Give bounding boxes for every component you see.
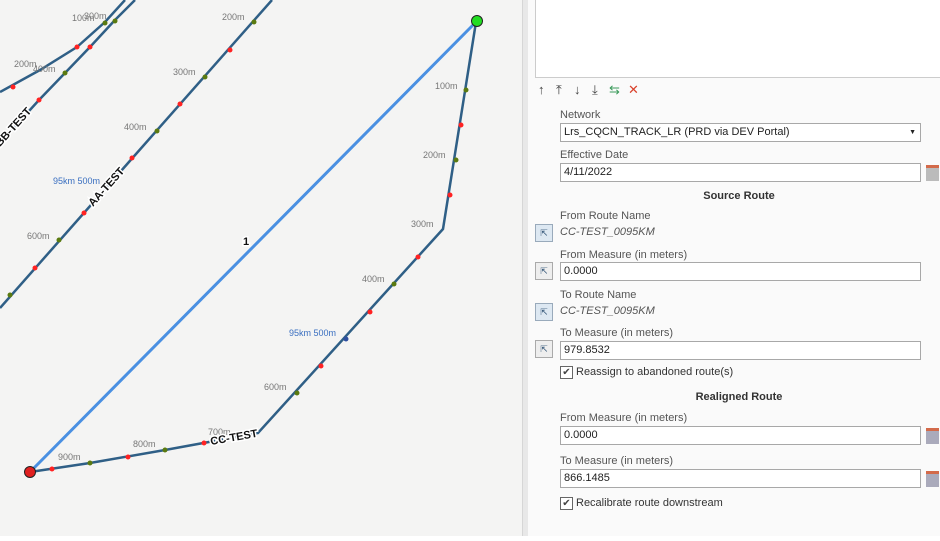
from-measure-label: From Measure (in meters) — [560, 249, 688, 261]
network-label: Network — [560, 109, 601, 121]
route-label-bb-test: BB-TEST — [0, 105, 34, 149]
measure-labels: 100m 300m 200m 400m 200m 300m 400m 600m … — [14, 11, 458, 462]
move-bottom-icon[interactable]: ⤓ — [592, 82, 598, 98]
measure-label: 300m — [173, 67, 196, 77]
measure-picker-icon[interactable]: ⇱ — [535, 262, 553, 280]
move-top-icon[interactable]: ⤒ — [556, 82, 562, 98]
measure-label: 200m — [222, 12, 245, 22]
measure-label: 600m — [264, 382, 287, 392]
km-label: 95km 500m — [289, 328, 336, 338]
effective-date-input[interactable]: 4/11/2022 — [560, 163, 921, 182]
end-point[interactable] — [471, 15, 483, 27]
measure-label: 300m — [411, 219, 434, 229]
realigned-route-title: Realigned Route — [695, 391, 783, 403]
km-label: 95km 500m — [53, 176, 100, 186]
measure-label: 600m — [27, 231, 50, 241]
network-dropdown[interactable]: Lrs_CQCN_TRACK_LR (PRD via DEV Portal) ▼ — [560, 123, 921, 142]
start-point[interactable] — [24, 466, 36, 478]
calculator-icon[interactable] — [926, 471, 939, 487]
delete-icon[interactable]: ✕ — [628, 82, 639, 98]
route-aa-test[interactable] — [0, 0, 273, 309]
reassign-checkbox[interactable]: ✔ — [560, 366, 573, 379]
calendar-icon[interactable] — [926, 165, 939, 181]
source-route-title: Source Route — [703, 190, 775, 202]
realigned-from-measure-label: From Measure (in meters) — [560, 412, 688, 424]
feature-label: 1 — [243, 236, 249, 248]
move-down-icon[interactable]: ↓ — [574, 82, 581, 97]
measure-picker-icon[interactable]: ⇱ — [535, 340, 553, 358]
measure-label: 200m — [423, 150, 446, 160]
route-picker-icon[interactable]: ⇱ — [535, 303, 553, 321]
reverse-icon[interactable]: ⇆ — [609, 82, 620, 98]
from-route-name-label: From Route Name — [560, 210, 651, 222]
from-route-name-value: CC-TEST_0095KM — [560, 226, 655, 238]
realigned-to-measure-input[interactable]: 866.1485 — [560, 469, 921, 488]
to-route-name-label: To Route Name — [560, 289, 637, 301]
measure-label: 400m — [362, 274, 385, 284]
route-picker-icon[interactable]: ⇱ — [535, 224, 553, 242]
effective-date-label: Effective Date — [560, 149, 629, 161]
realign-pane: ↑ ⤒ ↓ ⤓ ⇆ ✕ Network Lrs_CQCN_TRACK_LR (P… — [528, 0, 940, 536]
move-up-icon[interactable]: ↑ — [538, 82, 545, 97]
route-list[interactable] — [535, 0, 940, 78]
map-canvas[interactable]: 100m 300m 200m 400m 200m 300m 400m 600m … — [0, 0, 522, 536]
measure-label: 200m — [14, 59, 37, 69]
measure-label: 100m — [435, 81, 458, 91]
measure-ticks — [7, 18, 469, 472]
measure-label: 300m — [84, 11, 107, 21]
realigned-to-measure-label: To Measure (in meters) — [560, 455, 674, 467]
realigned-from-measure-input[interactable]: 0.0000 — [560, 426, 921, 445]
from-measure-input[interactable]: 0.0000 — [560, 262, 921, 281]
reassign-label: Reassign to abandoned route(s) — [576, 366, 734, 378]
to-measure-label: To Measure (in meters) — [560, 327, 674, 339]
to-measure-input[interactable]: 979.8532 — [560, 341, 921, 360]
network-value: Lrs_CQCN_TRACK_LR (PRD via DEV Portal) — [564, 126, 790, 138]
measure-label: 900m — [58, 452, 81, 462]
chevron-down-icon: ▼ — [909, 129, 916, 136]
recalibrate-label: Recalibrate route downstream — [576, 497, 723, 509]
calculator-icon[interactable] — [926, 428, 939, 444]
recalibrate-checkbox[interactable]: ✔ — [560, 497, 573, 510]
to-route-name-value: CC-TEST_0095KM — [560, 305, 655, 317]
route-label-aa-test: AA-TEST — [86, 165, 127, 209]
measure-label: 400m — [124, 122, 147, 132]
realign-line[interactable] — [28, 20, 478, 474]
measure-label: 800m — [133, 439, 156, 449]
map-view[interactable]: 100m 300m 200m 400m 200m 300m 400m 600m … — [0, 0, 522, 536]
